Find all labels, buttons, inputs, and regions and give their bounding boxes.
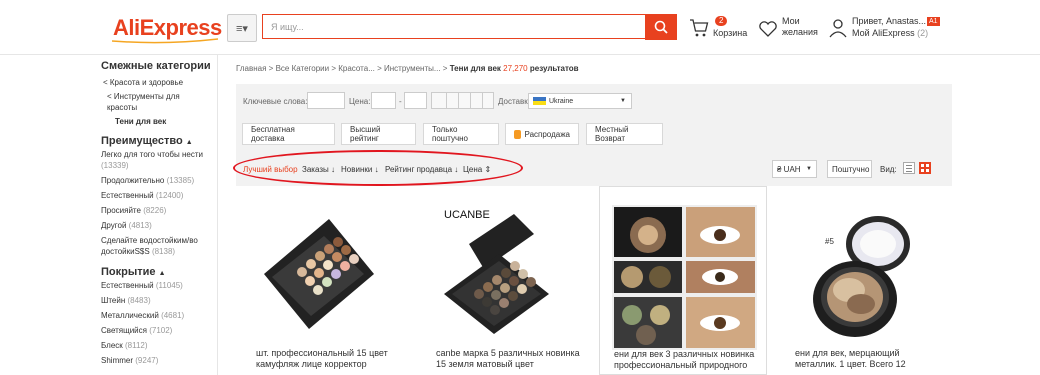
product-card-hovered[interactable]: ени для век 3 различных новинка професси… [599,186,767,375]
unit-select[interactable]: Поштучно [827,160,872,178]
sidebar: Смежные категории < Красота и здоровье <… [101,60,216,366]
breadcrumb: Главная > Все Категории > Красота... > И… [236,64,579,73]
product-image[interactable] [612,205,757,350]
breadcrumb-link[interactable]: Инструменты... [384,64,441,73]
cart-count-badge: 2 [715,16,728,26]
filter-option[interactable]: Другой (4813) [101,220,216,231]
user-icon [829,19,847,38]
related-categories-title: Смежные категории [101,60,211,72]
price-separator: - [399,97,402,106]
product-image[interactable]: #5 [783,204,928,349]
shade-number-label: #5 [825,237,834,246]
breadcrumb-current: Тени для век [449,64,501,73]
filter-option[interactable]: Светящийся (7102) [101,325,216,336]
breadcrumb-link[interactable]: Главная [236,64,266,73]
search-input[interactable]: Я ищу... [262,14,645,39]
product-card[interactable]: UCANBE canbe марка 5 различных новинка 1… [416,186,580,375]
filter-option[interactable]: Штейн (8483) [101,295,216,306]
result-count: 27,270 [503,64,528,73]
product-card[interactable]: шт. профессиональный 15 цвет камуфляж ли… [236,186,396,375]
grid-view-icon[interactable] [919,162,931,174]
result-suffix: результатов [529,64,579,73]
header: AliExpress ≡▾ Я ищу... 2 Корзина Мои жел… [0,0,1040,55]
related-category-current[interactable]: Тени для век [101,116,216,127]
single-item-filter[interactable]: Только поштучно [423,123,499,145]
account-menu[interactable]: Привет, Anastas... A1 Мой AliExpress (2) [828,16,948,42]
filter-option[interactable]: Сделайте водостойким/водостойкиS$S (8138… [101,235,201,257]
related-category-link[interactable]: < Красота и здоровье [101,77,216,88]
account-level-badge: A1 [927,17,940,26]
my-aliexpress-link[interactable]: Мой AliExpress (2) [852,28,928,38]
filter-option[interactable]: Shimmer (9247) [101,355,216,366]
filter-option[interactable]: Блеск (8112) [101,340,216,351]
filter-option[interactable]: Продолжительно (13385) [101,175,216,186]
price-label: Цена: [349,97,371,106]
price-ok-button[interactable] [431,92,494,109]
keywords-label: Ключевые слова: [243,97,308,106]
caret-up-icon: ▲ [185,139,193,146]
cart-link[interactable]: 2 Корзина [689,16,751,42]
ukraine-flag-icon [533,97,546,105]
sale-icon [514,129,521,139]
filter-option[interactable]: Естественный (12400) [101,190,216,201]
local-return-filter[interactable]: Местный Возврат [586,123,663,145]
top-rated-filter[interactable]: Высший рейтинг [341,123,416,145]
breadcrumb-link[interactable]: Все Категории [276,64,330,73]
price-max-input[interactable] [404,92,427,109]
product-title[interactable]: ени для век 3 различных новинка професси… [614,349,762,371]
view-label: Вид: [880,165,897,174]
wishlist-label: Мои желания [782,16,818,37]
product-title[interactable]: шт. профессиональный 15 цвет камуфляж ли… [256,348,404,370]
menu-icon: ≡▾ [236,22,248,35]
product-card[interactable]: #5 ени для век, мерцающий металлик. 1 цв… [775,186,935,375]
price-min-input[interactable] [371,92,396,109]
sale-filter[interactable]: Распродажа [505,123,579,145]
ship-to-select[interactable]: Ukraine ▼ [528,93,632,109]
cart-label: Корзина [713,28,748,38]
filter-option[interactable]: Просияйте (8226) [101,205,216,216]
red-highlight-oval [233,150,523,186]
logo-swoosh-icon [112,38,218,44]
keywords-input[interactable] [307,92,345,109]
sidebar-divider [217,54,218,375]
currency-select[interactable]: ₴ UAH ▼ [772,160,817,178]
list-view-icon[interactable] [903,162,915,174]
categories-menu-button[interactable]: ≡▾ [227,14,257,42]
wishlist-link[interactable]: Мои желания [758,16,820,42]
search-button[interactable] [645,14,677,40]
related-category-link[interactable]: < Инструменты для красоты [101,91,197,113]
product-title[interactable]: ени для век, мерцающий металлик. 1 цвет.… [795,348,943,370]
filter-option[interactable]: Естественный (11045) [101,280,216,291]
chevron-down-icon: ▼ [806,166,812,172]
filter-option[interactable]: Легко для того чтобы нести (13339) [101,149,216,171]
product-image[interactable]: UCANBE [424,204,569,349]
caret-up-icon: ▲ [158,270,166,277]
account-greeting: Привет, Anastas... [852,16,927,26]
breadcrumb-link[interactable]: Красота... [338,64,375,73]
search-icon [654,20,668,34]
free-shipping-filter[interactable]: Бесплатная доставка [242,123,335,145]
product-image[interactable] [244,204,389,349]
cart-icon [690,19,709,37]
brand-label: UCANBE [444,209,490,221]
heart-icon [759,21,777,37]
product-title[interactable]: canbe марка 5 различных новинка 15 земля… [436,348,584,370]
chevron-down-icon: ▼ [620,98,626,104]
filter-option[interactable]: Металлический (4681) [101,310,216,321]
coverage-title[interactable]: Покрытие ▲ [101,266,216,278]
advantage-title[interactable]: Преимущество ▲ [101,135,216,147]
